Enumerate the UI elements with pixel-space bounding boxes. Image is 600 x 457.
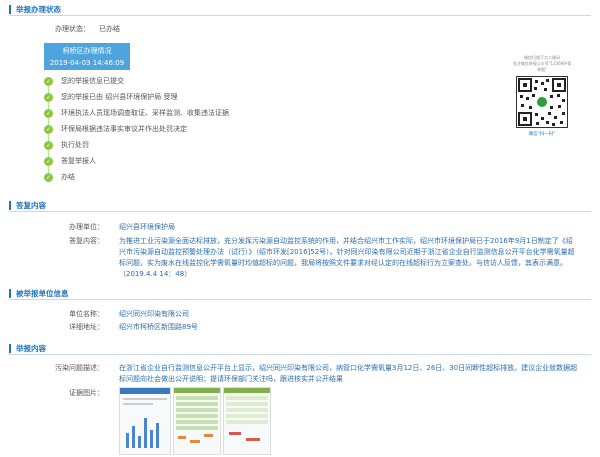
- evidence-image[interactable]: [119, 387, 171, 455]
- reply-section-title: 答复内容: [16, 200, 46, 210]
- company-name-label: 单位名称：: [69, 310, 104, 318]
- company-name-value: 绍兴同兴印染有限公司: [119, 310, 189, 318]
- timeline-step-label: 执行处罚: [61, 141, 89, 149]
- status-value: 已办结: [99, 25, 120, 33]
- timeline-step-label: 您的举报已由 绍兴县环境保护局 受理: [61, 93, 178, 101]
- timeline-step-label: 答复举报人: [61, 157, 96, 165]
- complaint-section-header: 举报内容: [9, 342, 591, 355]
- timeline-step: ✓ 您的举报已由 绍兴县环境保护局 受理: [44, 89, 229, 109]
- timeline-step-label: 环境执法人员现场调查取证、采样监测、收集违法证据: [61, 109, 229, 117]
- status-section-title: 举报办理状态: [16, 4, 61, 14]
- reported-section-title: 被举报单位信息: [16, 288, 69, 298]
- status-label: 办理状态：: [55, 25, 90, 33]
- address-value: 绍兴市柯桥区新围路89号: [119, 323, 198, 331]
- timeline-step: ✓ 环境执法人员现场调查取证、采样监测、收集违法证据: [44, 105, 229, 125]
- check-icon: ✓: [44, 172, 53, 182]
- status-box-title: 柯桥区办理情况: [62, 47, 112, 55]
- reported-section-header: 被举报单位信息: [9, 287, 591, 300]
- section-marker: [9, 343, 11, 353]
- complaint-section-title: 举报内容: [16, 343, 46, 353]
- address-label: 详细地址：: [69, 323, 104, 331]
- status-section-header: 举报办理状态: [9, 3, 591, 16]
- qr-code: [516, 76, 568, 128]
- section-marker: [9, 4, 11, 14]
- pollution-desc-text: 在浙江省企业自行监测信息公开平台上显示，绍兴同兴印染有限公司，纳管口化学需氧量3…: [119, 364, 578, 383]
- unit-label: 办理单位：: [69, 223, 104, 231]
- section-marker: [9, 288, 11, 298]
- qr-panel: 微信扫描下方二维码 关注微信举报公众号"12369环保举报" 微信"扫一扫": [512, 55, 572, 137]
- reply-content-label: 答复内容：: [69, 237, 104, 245]
- pollution-desc-label: 污染问题描述：: [55, 364, 104, 372]
- handling-status-box[interactable]: 柯桥区办理情况 2019-04-03 14:46:09: [44, 43, 130, 70]
- timeline-step: ✓ 环保局根据违法事实审议并作出处罚决定: [44, 121, 229, 141]
- evidence-image[interactable]: [173, 387, 221, 455]
- timeline-step-label: 环保局根据违法事实审议并作出处罚决定: [61, 125, 187, 133]
- qr-caption-2: 关注微信举报公众号"12369环保举报": [512, 61, 572, 72]
- section-marker: [9, 200, 11, 210]
- evidence-images-label: 证据图片：: [69, 389, 104, 397]
- reply-section-header: 答复内容: [9, 199, 591, 212]
- status-box-time: 2019-04-03 14:46:09: [49, 59, 125, 67]
- timeline-step: ✓ 您的举报信息已提交: [44, 73, 229, 93]
- reply-content-text: 为推进工业污染源全面达标排放，充分发挥污染源自动监控系统的作用，并结合绍兴市工作…: [119, 237, 575, 278]
- timeline-step-label: 办结: [61, 173, 75, 181]
- unit-value: 绍兴县环境保护局: [119, 223, 175, 231]
- evidence-image[interactable]: [223, 387, 271, 455]
- progress-timeline: ✓ 您的举报信息已提交 ✓ 您的举报已由 绍兴县环境保护局 受理 ✓ 环境执法人…: [44, 73, 229, 185]
- timeline-step-label: 您的举报信息已提交: [61, 77, 124, 85]
- qr-scan-caption: 微信"扫一扫": [528, 132, 556, 137]
- timeline-step: ✓ 办结: [44, 169, 229, 185]
- timeline-step: ✓ 答复举报人: [44, 153, 229, 173]
- timeline-step: ✓ 执行处罚: [44, 137, 229, 157]
